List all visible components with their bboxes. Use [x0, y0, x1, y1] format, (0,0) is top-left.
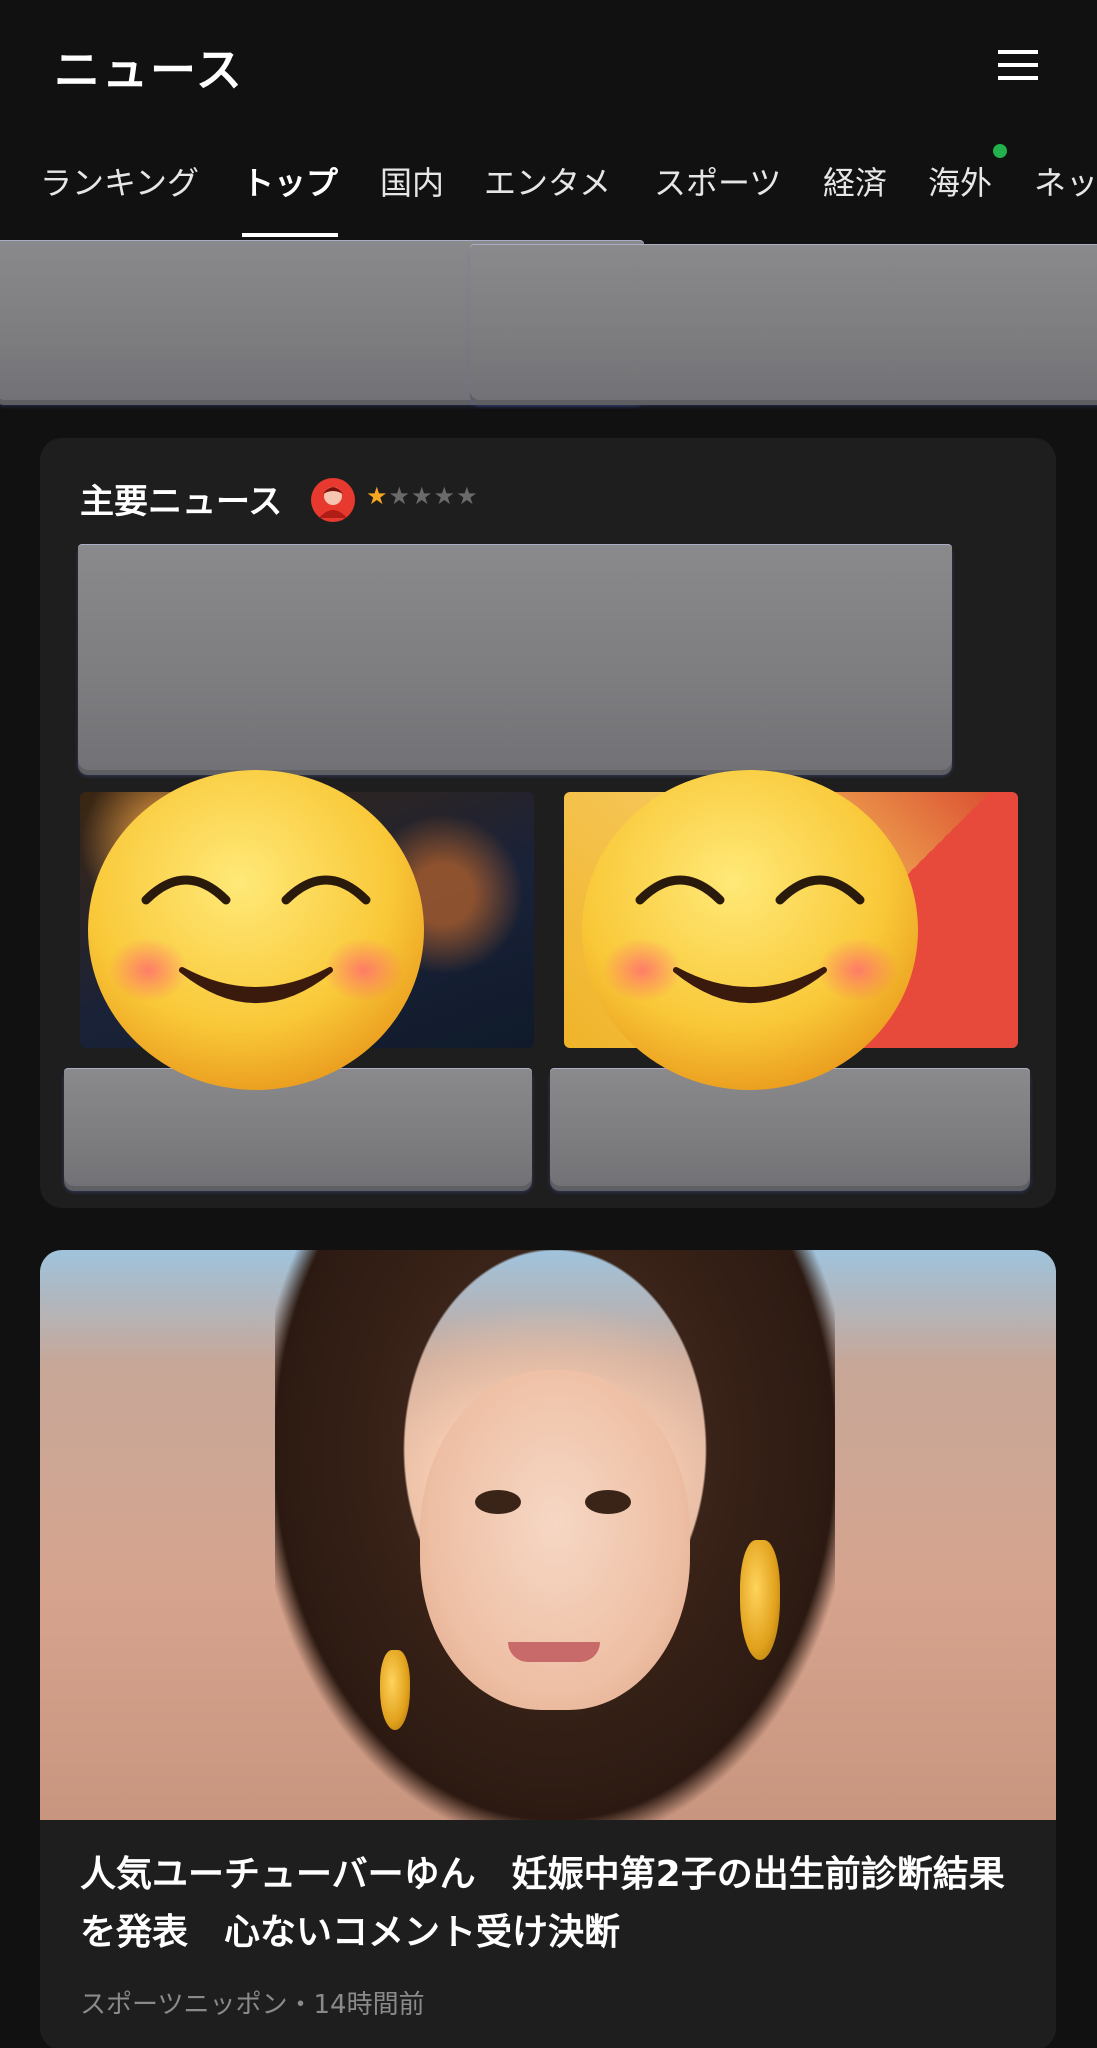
star-empty-icon: ★ [411, 482, 434, 510]
smiling-face-emoji-icon [582, 770, 918, 1090]
tab-economy[interactable]: 経済 [823, 158, 887, 204]
photo-eye-shape [475, 1490, 521, 1514]
featured-article-card[interactable]: 人気ユーチューバーゆん 妊娠中第2子の出生前診断結果を発表 心ないコメント受け決… [40, 1250, 1056, 2048]
section-title: 主要ニュース [80, 482, 283, 522]
star-filled-icon: ★ [366, 482, 389, 510]
photo-earring-shape [740, 1540, 780, 1660]
tab-top[interactable]: トップ [242, 158, 338, 204]
photo-earring-shape [380, 1650, 410, 1730]
app-header: ニュース [0, 0, 1097, 130]
category-tab-bar: ランキング トップ 国内 エンタメ スポーツ 経済 海外 ネッ [0, 140, 1097, 240]
featured-article-photo[interactable] [40, 1250, 1056, 1820]
redacted-headline[interactable] [78, 544, 952, 770]
photo-mouth-shape [508, 1642, 600, 1662]
hamburger-menu-icon [998, 50, 1038, 80]
menu-button[interactable] [990, 42, 1046, 88]
rating-stars: ★★★★★ [366, 482, 479, 510]
notification-dot [993, 144, 1007, 158]
featured-headline[interactable]: 人気ユーチューバーゆん 妊娠中第2子の出生前診断結果を発表 心ないコメント受け決… [80, 1846, 1020, 1962]
tab-world[interactable]: 海外 [928, 158, 992, 204]
tab-entertainment[interactable]: エンタメ [484, 158, 611, 204]
smiling-face-emoji-icon [88, 770, 424, 1090]
star-empty-icon: ★ [388, 482, 412, 510]
publisher-avatar-icon [311, 478, 355, 522]
tab-net[interactable]: ネッ [1034, 158, 1097, 204]
main-news-card: 主要ニュース ★★★★★ [40, 438, 1056, 1208]
redacted-banner-right [470, 244, 1097, 400]
tab-domestic[interactable]: 国内 [380, 158, 444, 204]
page-title: ニュース [54, 43, 244, 97]
featured-meta: スポーツニッポン・14時間前 [80, 1990, 425, 2020]
photo-eye-shape [585, 1490, 631, 1514]
star-empty-icon: ★ [456, 482, 479, 510]
active-tab-indicator [242, 233, 338, 237]
tab-ranking[interactable]: ランキング [40, 158, 199, 204]
tab-sports[interactable]: スポーツ [654, 158, 781, 204]
star-empty-icon: ★ [433, 482, 457, 510]
